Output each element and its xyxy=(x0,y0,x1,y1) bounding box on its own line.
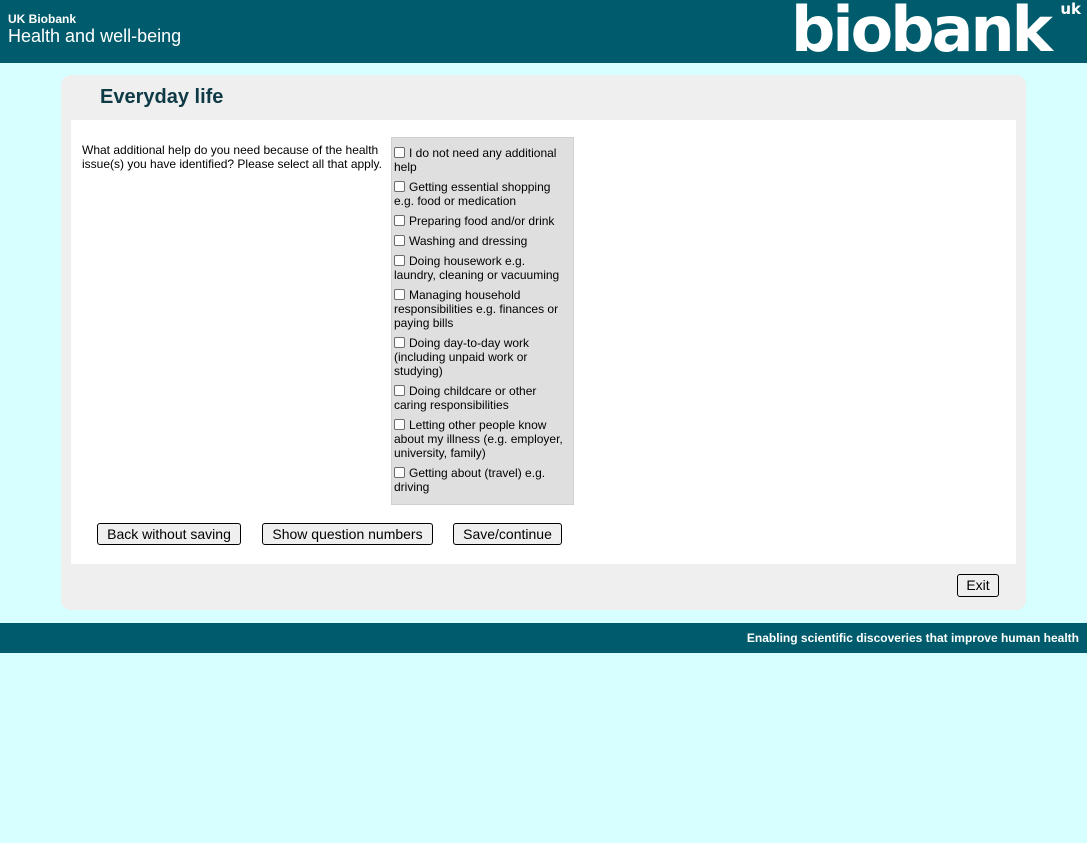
biobank-logo: biobank uk xyxy=(791,0,1081,66)
option-day-to-day-work[interactable]: Doing day-to-day work (including unpaid … xyxy=(394,336,566,378)
option-label: Letting other people know about my illne… xyxy=(394,418,563,460)
checkbox[interactable] xyxy=(394,147,405,158)
option-no-additional-help[interactable]: I do not need any additional help xyxy=(394,146,566,174)
option-letting-people-know[interactable]: Letting other people know about my illne… xyxy=(394,418,566,460)
logo-suffix: uk xyxy=(1060,0,1081,18)
app-header: UK Biobank Health and well-being biobank… xyxy=(0,0,1087,66)
checkbox[interactable] xyxy=(394,289,405,300)
option-washing-dressing[interactable]: Washing and dressing xyxy=(394,234,566,248)
option-housework[interactable]: Doing housework e.g. laundry, cleaning o… xyxy=(394,254,566,282)
checkbox[interactable] xyxy=(394,215,405,226)
option-essential-shopping[interactable]: Getting essential shopping e.g. food or … xyxy=(394,180,566,208)
option-label: Doing childcare or other caring responsi… xyxy=(394,384,537,412)
exit-button[interactable]: Exit xyxy=(957,574,999,597)
footer-tagline: Enabling scientific discoveries that imp… xyxy=(746,631,1079,645)
option-label: Preparing food and/or drink xyxy=(409,214,555,228)
org-name: UK Biobank xyxy=(8,12,77,26)
logo-wordmark: biobank xyxy=(791,0,1053,66)
app-title: Health and well-being xyxy=(8,26,182,46)
question-text: What additional help do you need because… xyxy=(82,143,382,171)
option-label: Washing and dressing xyxy=(409,234,528,248)
checkbox[interactable] xyxy=(394,337,405,348)
option-label: Doing housework e.g. laundry, cleaning o… xyxy=(394,254,560,282)
option-childcare[interactable]: Doing childcare or other caring responsi… xyxy=(394,384,566,412)
option-label: Doing day-to-day work (including unpaid … xyxy=(394,336,530,378)
option-household-responsibilities[interactable]: Managing household responsibilities e.g.… xyxy=(394,288,566,330)
checkbox[interactable] xyxy=(394,385,405,396)
app-footer: Enabling scientific discoveries that imp… xyxy=(0,623,1087,653)
checkbox[interactable] xyxy=(394,235,405,246)
checkbox[interactable] xyxy=(394,181,405,192)
checkbox[interactable] xyxy=(394,419,405,430)
option-label: Getting about (travel) e.g. driving xyxy=(394,466,546,494)
checkbox[interactable] xyxy=(394,467,405,478)
option-getting-about[interactable]: Getting about (travel) e.g. driving xyxy=(394,466,566,494)
back-without-saving-button[interactable]: Back without saving xyxy=(97,523,241,545)
question-content: What additional help do you need because… xyxy=(71,120,1016,564)
option-label: I do not need any additional help xyxy=(394,146,557,174)
question-panel: Everyday life What additional help do yo… xyxy=(61,75,1026,610)
option-preparing-food[interactable]: Preparing food and/or drink xyxy=(394,214,566,228)
page-title: Everyday life xyxy=(100,86,224,108)
save-continue-button[interactable]: Save/continue xyxy=(453,523,562,545)
show-question-numbers-button[interactable]: Show question numbers xyxy=(262,523,433,545)
option-label: Managing household responsibilities e.g.… xyxy=(394,288,559,330)
option-label: Getting essential shopping e.g. food or … xyxy=(394,180,551,208)
options-group: I do not need any additional help Gettin… xyxy=(391,137,574,505)
checkbox[interactable] xyxy=(394,255,405,266)
